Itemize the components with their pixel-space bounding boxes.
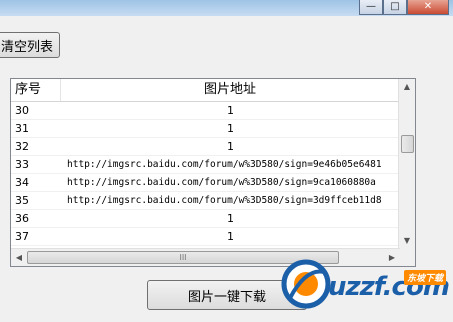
watermark: uzzf.com 东坡下载 xyxy=(280,248,450,314)
column-header-index[interactable]: 序号 xyxy=(11,79,61,101)
row-url: 1 xyxy=(227,104,234,117)
row-index: 34 xyxy=(15,176,29,189)
window-controls: — □ ✕ xyxy=(359,0,449,15)
close-button[interactable]: ✕ xyxy=(407,0,449,15)
row-index: 30 xyxy=(15,104,29,117)
vertical-scrollbar[interactable]: ▲ ▼ xyxy=(398,79,415,249)
clear-list-button[interactable]: 清空列表 xyxy=(0,32,60,58)
image-url-list[interactable]: 序号 图片地址 30 1 31 1 32 1 33 http://imgsrc.baidu.c… xyxy=(10,78,416,267)
row-url: http://imgsrc.baidu.com/forum/w%3D580/si… xyxy=(67,195,382,206)
table-row[interactable]: 33 http://imgsrc.baidu.com/forum/w%3D580/… xyxy=(11,156,400,174)
row-url: 1 xyxy=(227,122,234,135)
row-url: http://imgsrc.baidu.com/forum/w%3D580/si… xyxy=(67,159,382,170)
table-row[interactable]: 35 http://imgsrc.baidu.com/forum/w%3D580/… xyxy=(11,192,400,210)
row-index: 35 xyxy=(15,194,29,207)
row-url: 1 xyxy=(227,212,234,225)
scroll-left-arrow-icon[interactable]: ◀ xyxy=(11,249,27,266)
row-url: 1 xyxy=(227,230,234,243)
title-bar: — □ ✕ xyxy=(0,0,453,16)
scroll-up-arrow-icon[interactable]: ▲ xyxy=(399,79,415,95)
row-index: 33 xyxy=(15,158,29,171)
watermark-logo-icon xyxy=(281,259,331,309)
table-row[interactable]: 37 1 xyxy=(11,228,400,246)
row-index: 32 xyxy=(15,140,29,153)
scroll-down-arrow-icon[interactable]: ▼ xyxy=(399,233,415,249)
table-row[interactable]: 36 1 xyxy=(11,210,400,228)
row-url: 1 xyxy=(227,140,234,153)
row-index: 31 xyxy=(15,122,29,135)
maximize-button[interactable]: □ xyxy=(383,0,407,15)
minimize-button[interactable]: — xyxy=(359,0,383,15)
row-index: 37 xyxy=(15,230,29,243)
list-rows: 30 1 31 1 32 1 33 http://imgsrc.baidu.com/forum… xyxy=(11,102,400,264)
list-header: 序号 图片地址 xyxy=(11,79,400,102)
table-row[interactable]: 34 http://imgsrc.baidu.com/forum/w%3D580/… xyxy=(11,174,400,192)
table-row[interactable]: 30 1 xyxy=(11,102,400,120)
row-url: http://imgsrc.baidu.com/forum/w%3D580/si… xyxy=(67,177,376,188)
table-row[interactable]: 31 1 xyxy=(11,120,400,138)
row-index: 36 xyxy=(15,212,29,225)
column-header-url[interactable]: 图片地址 xyxy=(61,79,400,101)
watermark-tag: 东坡下载 xyxy=(404,270,447,285)
vertical-scroll-thumb[interactable] xyxy=(401,135,414,153)
table-row[interactable]: 32 1 xyxy=(11,138,400,156)
